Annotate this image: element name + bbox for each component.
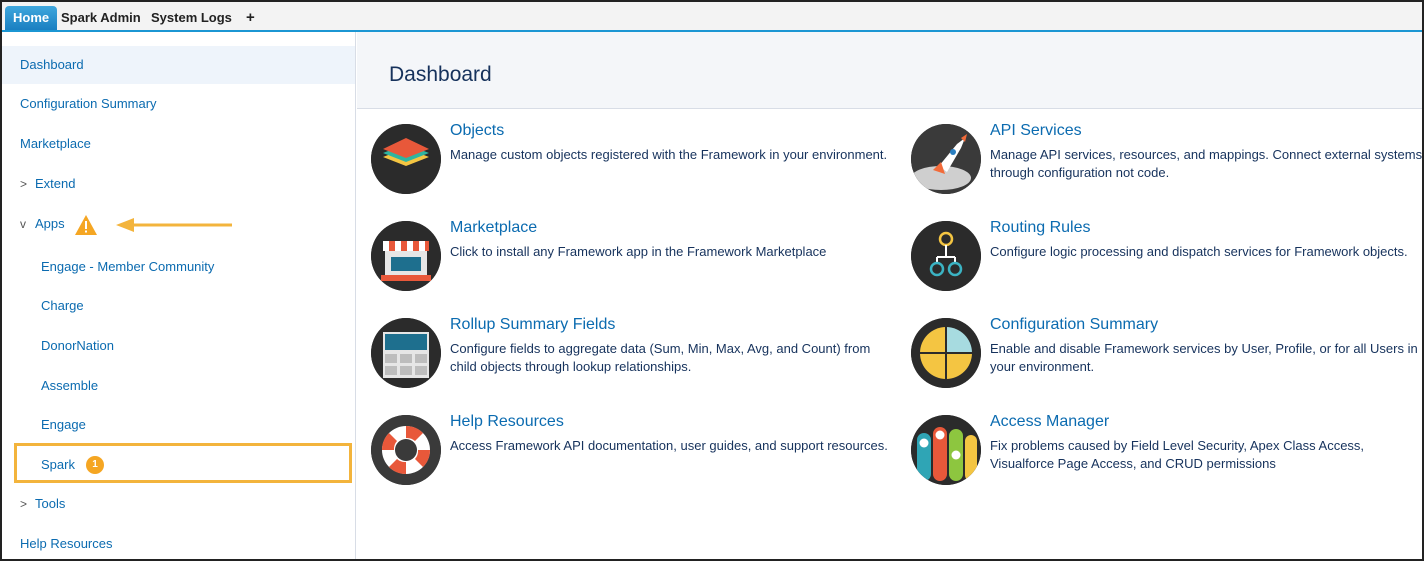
card-rollup-summary-fields: Rollup Summary Fields Configure fields t…	[371, 316, 891, 408]
chevron-right-icon: >	[20, 177, 28, 191]
page-header: Dashboard	[357, 32, 1422, 109]
card-description: Fix problems caused by Field Level Secur…	[990, 438, 1365, 471]
card-description: Click to install any Framework app in th…	[450, 244, 827, 259]
sidebar-item-dashboard[interactable]: Dashboard	[2, 46, 355, 84]
card-api-services: API Services Manage API services, resour…	[911, 122, 1423, 214]
warning-icon	[75, 215, 97, 235]
lifebuoy-icon	[371, 415, 441, 485]
sidebar-item-label: Spark	[41, 457, 75, 472]
layers-icon	[371, 124, 441, 194]
chevron-right-icon: >	[20, 497, 28, 511]
chevron-down-icon: v	[20, 217, 26, 231]
sidebar-item-donornation[interactable]: DonorNation	[2, 327, 355, 365]
sidebar-item-configuration-summary[interactable]: Configuration Summary	[2, 85, 355, 123]
sidebar-item-tools[interactable]: > Tools	[2, 485, 355, 523]
sidebar-item-assemble[interactable]: Assemble	[2, 367, 355, 405]
card-description: Configure fields to aggregate data (Sum,…	[450, 341, 871, 374]
sidebar-item-label: Apps	[35, 216, 65, 231]
page-title: Dashboard	[389, 63, 492, 86]
sidebar-item-label: Dashboard	[20, 57, 84, 72]
calculator-icon	[371, 318, 441, 388]
sidebar-item-label: Charge	[41, 298, 84, 313]
card-title[interactable]: Objects	[450, 122, 504, 140]
card-title[interactable]: Configuration Summary	[990, 316, 1158, 334]
card-title[interactable]: Access Manager	[990, 413, 1109, 431]
card-objects: Objects Manage custom objects registered…	[371, 122, 891, 214]
card-description: Manage API services, resources, and mapp…	[990, 147, 1423, 180]
sidebar-item-label: Help Resources	[20, 536, 113, 551]
card-configuration-summary: Configuration Summary Enable and disable…	[911, 316, 1422, 408]
card-description: Enable and disable Framework services by…	[990, 341, 1418, 374]
sidebar-item-charge[interactable]: Charge	[2, 287, 355, 325]
card-access-manager: Access Manager Fix problems caused by Fi…	[911, 413, 1422, 505]
pie-chart-icon	[911, 318, 981, 388]
card-description: Access Framework API documentation, user…	[450, 438, 888, 453]
sidebar-item-label: Assemble	[41, 378, 99, 393]
sidebar-item-label: Marketplace	[20, 136, 91, 151]
sidebar-item-label: Extend	[35, 176, 76, 191]
sidebar-item-label: Engage	[41, 417, 86, 432]
app-window: Home Spark Admin System Logs + Dashboard…	[0, 0, 1424, 561]
card-description: Configure logic processing and dispatch …	[990, 244, 1408, 259]
sidebar-item-label: DonorNation	[41, 338, 114, 353]
card-routing-rules: Routing Rules Configure logic processing…	[911, 219, 1422, 311]
sidebar-item-help-resources[interactable]: Help Resources	[2, 525, 355, 559]
sidebar-item-label: Tools	[35, 496, 66, 511]
sidebar-item-label: Engage - Member Community	[41, 259, 215, 274]
storefront-icon	[371, 221, 441, 291]
card-title[interactable]: Routing Rules	[990, 219, 1091, 237]
tab-spark-admin[interactable]: Spark Admin	[53, 6, 149, 30]
tab-bar: Home Spark Admin System Logs +	[2, 2, 1422, 32]
add-tab-button[interactable]: +	[238, 6, 263, 30]
card-title[interactable]: Rollup Summary Fields	[450, 316, 615, 334]
arrow-annotation-icon	[116, 218, 232, 232]
card-help-resources: Help Resources Access Framework API docu…	[371, 413, 891, 505]
card-marketplace: Marketplace Click to install any Framewo…	[371, 219, 891, 311]
sidebar-item-engage[interactable]: Engage	[2, 406, 355, 444]
toggles-icon	[911, 415, 981, 485]
rocket-icon	[911, 124, 981, 194]
card-title[interactable]: Marketplace	[450, 219, 537, 237]
main-content: Dashboard Objects Manage custom objects …	[357, 32, 1422, 559]
sidebar-item-spark[interactable]: Spark 1	[2, 446, 355, 484]
card-title[interactable]: API Services	[990, 122, 1082, 140]
sidebar: Dashboard Configuration Summary Marketpl…	[2, 32, 356, 559]
sidebar-item-engage-member-community[interactable]: Engage - Member Community	[2, 248, 355, 286]
card-description: Manage custom objects registered with th…	[450, 147, 888, 162]
sidebar-item-marketplace[interactable]: Marketplace	[2, 125, 355, 163]
routing-icon	[911, 221, 981, 291]
notification-badge: 1	[86, 456, 104, 474]
tab-home[interactable]: Home	[5, 6, 58, 30]
tab-system-logs[interactable]: System Logs	[143, 6, 240, 30]
card-title[interactable]: Help Resources	[450, 413, 564, 431]
sidebar-item-label: Configuration Summary	[20, 96, 157, 111]
sidebar-item-extend[interactable]: > Extend	[2, 165, 355, 203]
